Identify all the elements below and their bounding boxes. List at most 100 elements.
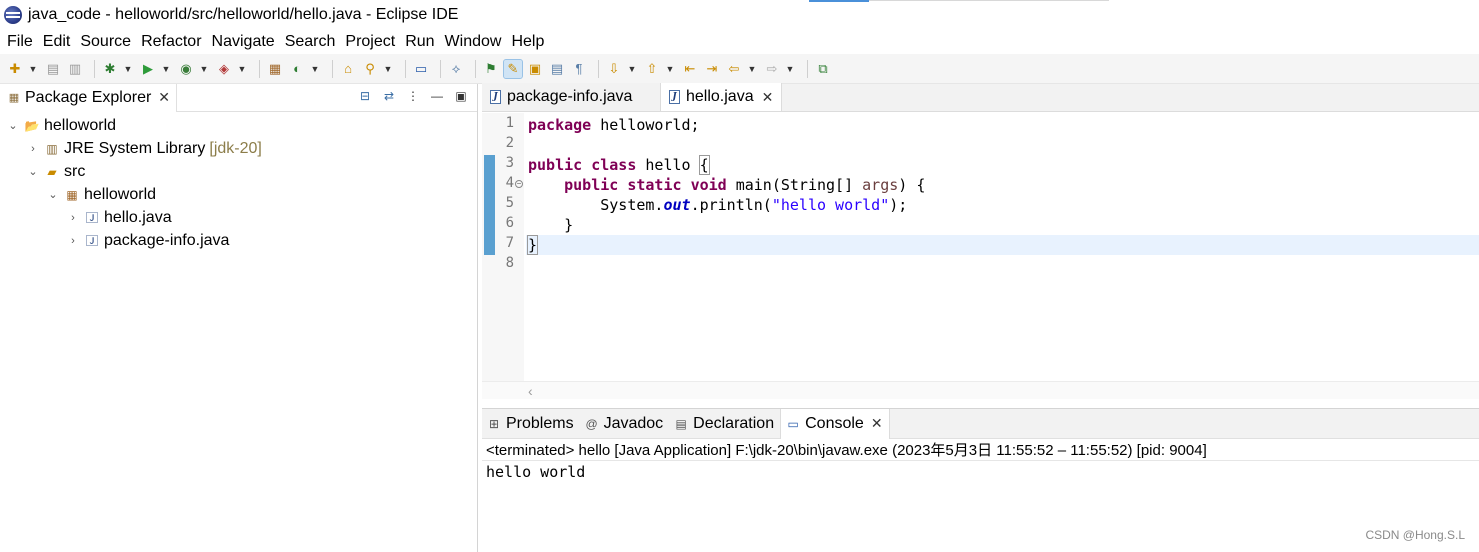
coverage-dropdown-icon[interactable]: ▼ — [199, 60, 209, 78]
menu-project[interactable]: Project — [341, 33, 401, 51]
editor-area: J package-info.java J hello.java ✕ 1 2 3 4−… — [482, 83, 1479, 404]
collapse-all-icon[interactable]: ⊟ — [357, 88, 373, 104]
tree-item-jre[interactable]: › ▥ JRE System Library [jdk-20] — [0, 137, 477, 160]
menu-navigate[interactable]: Navigate — [208, 33, 281, 51]
horizontal-scrollbar[interactable]: ‹ — [482, 381, 1479, 399]
tab-problems[interactable]: ⊞ Problems — [482, 409, 580, 439]
minimize-icon[interactable]: — — [429, 88, 445, 104]
close-icon[interactable]: ✕ — [762, 89, 774, 106]
menu-window[interactable]: Window — [441, 33, 508, 51]
tree-item-hello-java[interactable]: › 🄹 hello.java — [0, 206, 477, 229]
coverage-icon[interactable]: ◉ — [177, 60, 195, 78]
save-all-icon[interactable]: ▥ — [66, 60, 84, 78]
close-icon[interactable]: ✕ — [158, 89, 170, 106]
prev-annotation-dropdown-icon[interactable]: ▼ — [665, 60, 675, 78]
forward-edit-icon[interactable]: ⇥ — [703, 60, 721, 78]
console-output[interactable]: hello world — [482, 461, 1479, 483]
tab-declaration[interactable]: ▤ Declaration — [669, 409, 780, 439]
code-line[interactable] — [526, 255, 1479, 275]
tree-item-label: helloworld — [44, 116, 117, 134]
line-number: 3 — [505, 155, 514, 171]
annotation-icon[interactable]: ⚑ — [482, 60, 500, 78]
toolbar-separator — [94, 59, 95, 78]
fold-collapse-icon[interactable]: − — [515, 180, 523, 188]
next-annotation-dropdown-icon[interactable]: ▼ — [627, 60, 637, 78]
chevron-down-icon[interactable]: ⌄ — [46, 188, 60, 202]
chevron-right-icon[interactable]: › — [66, 211, 80, 225]
code-line[interactable]: package helloworld; — [526, 115, 1479, 135]
menu-run[interactable]: Run — [401, 33, 440, 51]
code-line[interactable] — [526, 135, 1479, 155]
console-tabbar: ⊞ Problems @ Javadoc ▤ Declaration ▭ Con… — [482, 408, 1479, 439]
line-number-gutter: 1 2 3 4−5 6 7 8 — [482, 113, 524, 381]
show-whitespace-icon[interactable]: ¶ — [570, 60, 588, 78]
pin-icon[interactable]: ⟡ — [447, 60, 465, 78]
code-line[interactable]: } — [526, 235, 1479, 255]
open-type-icon[interactable]: ⌂ — [339, 60, 357, 78]
run-icon[interactable]: ▶ — [139, 60, 157, 78]
forward-dropdown-icon[interactable]: ▼ — [785, 60, 795, 78]
code-line[interactable]: public class hello { — [526, 155, 1479, 175]
tab-label: Declaration — [693, 414, 775, 432]
tree-item-package[interactable]: ⌄ ▦ helloworld — [0, 183, 477, 206]
code-line[interactable]: System.out.println("hello world"); — [526, 195, 1479, 215]
new-java-package-icon[interactable]: ▦ — [266, 60, 284, 78]
highlight-icon[interactable]: ✎ — [503, 58, 523, 79]
debug-icon[interactable]: ✱ — [101, 60, 119, 78]
tree-item-src[interactable]: ⌄ ▰ src — [0, 160, 477, 183]
tab-package-info-java[interactable]: J package-info.java — [482, 83, 660, 111]
menu-refactor[interactable]: Refactor — [137, 33, 207, 51]
word-wrap-icon[interactable]: ▤ — [548, 60, 566, 78]
back-dropdown-icon[interactable]: ▼ — [747, 60, 757, 78]
chevron-down-icon[interactable]: ⌄ — [6, 119, 20, 133]
menu-help[interactable]: Help — [507, 33, 550, 51]
tab-javadoc[interactable]: @ Javadoc — [580, 409, 670, 439]
code-editor[interactable]: 1 2 3 4−5 6 7 8 package helloworld; public clas… — [482, 113, 1479, 381]
search-icon[interactable]: ⚲ — [361, 60, 379, 78]
chevron-down-icon[interactable]: ⌄ — [26, 165, 40, 179]
close-icon[interactable]: ✕ — [871, 415, 883, 432]
new-dropdown-icon[interactable]: ▼ — [28, 60, 38, 78]
prev-annotation-icon[interactable]: ⇧ — [643, 60, 661, 78]
external-tools-icon[interactable]: ◈ — [215, 60, 233, 78]
project-tree: ⌄ 📂 helloworld › ▥ JRE System Library [j… — [0, 112, 477, 252]
chevron-right-icon[interactable]: › — [66, 234, 80, 248]
scroll-left-icon[interactable]: ‹ — [528, 383, 533, 399]
line-number: 5 — [505, 195, 514, 211]
back-icon[interactable]: ⇦ — [725, 60, 743, 78]
link-with-editor-icon[interactable]: ⇄ — [381, 88, 397, 104]
external-tools-dropdown-icon[interactable]: ▼ — [237, 60, 247, 78]
block-select-icon[interactable]: ▣ — [526, 60, 544, 78]
forward-icon[interactable]: ⇨ — [763, 60, 781, 78]
menu-file[interactable]: File — [3, 33, 39, 51]
new-java-class-icon[interactable]: ◐ — [288, 60, 306, 78]
code-line[interactable]: } — [526, 215, 1479, 235]
menu-edit[interactable]: Edit — [39, 33, 77, 51]
debug-dropdown-icon[interactable]: ▼ — [123, 60, 133, 78]
tab-console[interactable]: ▭ Console ✕ — [780, 408, 890, 439]
view-menu-icon[interactable]: ⋮ — [405, 88, 421, 104]
tab-package-explorer[interactable]: ▦ Package Explorer ✕ — [0, 83, 178, 112]
code-token: } — [528, 216, 574, 234]
tab-hello-java[interactable]: J hello.java ✕ — [660, 83, 783, 111]
package-explorer-icon: ▦ — [8, 92, 20, 104]
tree-item-package-info[interactable]: › 🄹 package-info.java — [0, 229, 477, 252]
save-icon[interactable]: ▤ — [44, 60, 62, 78]
chevron-right-icon[interactable]: › — [26, 142, 40, 156]
open-perspective-icon[interactable]: ⧉ — [814, 60, 832, 78]
last-edit-icon[interactable]: ⇤ — [681, 60, 699, 78]
search-dropdown-icon[interactable]: ▼ — [383, 60, 393, 78]
toolbar-separator — [405, 59, 406, 78]
next-annotation-icon[interactable]: ⇩ — [605, 60, 623, 78]
new-icon[interactable]: ✚ — [6, 60, 24, 78]
menu-search[interactable]: Search — [281, 33, 342, 51]
new-class-dropdown-icon[interactable]: ▼ — [310, 60, 320, 78]
terminal-icon[interactable]: ▭ — [412, 60, 430, 78]
code-lines[interactable]: package helloworld; public class hello { … — [526, 113, 1479, 381]
maximize-icon[interactable]: ▣ — [453, 88, 469, 104]
run-dropdown-icon[interactable]: ▼ — [161, 60, 171, 78]
code-line[interactable]: public static void main(String[] args) { — [526, 175, 1479, 195]
menu-source[interactable]: Source — [76, 33, 137, 51]
tree-item-project[interactable]: ⌄ 📂 helloworld — [0, 114, 477, 137]
